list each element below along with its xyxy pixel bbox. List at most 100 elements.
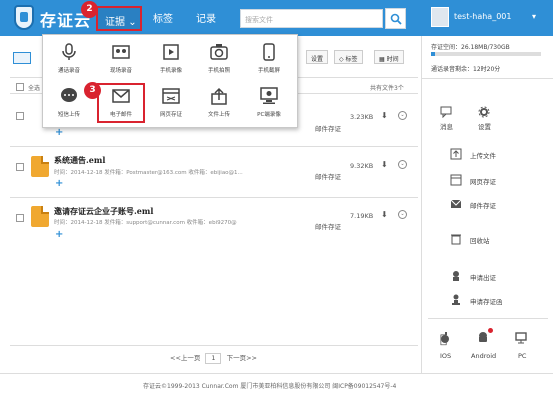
mail-icon bbox=[112, 89, 130, 103]
page-number-input[interactable]: 1 bbox=[205, 353, 222, 364]
certificate-icon[interactable] bbox=[450, 270, 462, 282]
browser-icon[interactable] bbox=[450, 174, 462, 186]
download-icon[interactable]: ⬇ bbox=[381, 161, 388, 169]
menu-item-phone-photo[interactable]: 手机拍照 bbox=[195, 39, 243, 79]
monitor-icon bbox=[260, 87, 278, 104]
file-size: 9.32KB bbox=[350, 162, 374, 170]
file-icon bbox=[31, 156, 49, 177]
file-icon bbox=[31, 206, 49, 227]
username[interactable]: test-haha_001 bbox=[454, 12, 511, 21]
avatar[interactable] bbox=[431, 7, 449, 27]
divider bbox=[10, 197, 418, 198]
camera-icon bbox=[210, 44, 228, 60]
search-input[interactable]: 搜索文件 bbox=[240, 9, 383, 28]
download-icon[interactable]: ⬇ bbox=[381, 211, 388, 219]
calendar-icon: ▦ bbox=[379, 56, 385, 63]
storage-fill bbox=[431, 52, 435, 56]
menu-item-file-upload[interactable]: 文件上传 bbox=[195, 83, 243, 123]
storage-bar bbox=[431, 52, 541, 56]
file-name[interactable]: 系统通告.eml bbox=[54, 155, 105, 166]
file-size: 3.23KB bbox=[350, 113, 374, 121]
right-panel: 消息 设置 上传文件 网页存证 邮件存证 回收站 申请出证 申请存证函  IO… bbox=[422, 90, 553, 375]
download-icon[interactable]: ⬇ bbox=[381, 112, 388, 120]
web-evidence-link[interactable]: 网页存证 bbox=[470, 176, 496, 186]
android-icon[interactable] bbox=[477, 332, 489, 344]
browser-icon bbox=[162, 88, 180, 104]
add-tag-icon[interactable]: + bbox=[55, 229, 63, 240]
apple-logo-icon[interactable] bbox=[439, 332, 451, 344]
mail-icon[interactable] bbox=[450, 198, 462, 210]
apply-notary-link[interactable]: 申请存证函 bbox=[470, 296, 503, 306]
mail-icon bbox=[13, 52, 31, 64]
add-tag-icon[interactable]: + bbox=[55, 178, 63, 189]
menu-item-label: 电子邮件 bbox=[109, 112, 132, 118]
menu-item-label: 手机拍照 bbox=[207, 68, 230, 74]
divider bbox=[422, 78, 553, 79]
file-status: 邮件存证 bbox=[315, 173, 341, 181]
android-label[interactable]: Android bbox=[471, 352, 496, 360]
menu-item-web-evidence[interactable]: 网页存证 bbox=[147, 83, 195, 123]
menu-item-label: 手机截屏 bbox=[257, 68, 280, 74]
step-badge-3: 3 bbox=[84, 82, 101, 99]
next-page-link[interactable]: 下一页>> bbox=[227, 354, 257, 362]
menu-item-email[interactable]: 电子邮件 bbox=[97, 83, 145, 123]
phone-icon bbox=[263, 43, 275, 61]
menu-item-live-recording[interactable]: 现场录音 bbox=[97, 39, 145, 79]
chevron-down-icon: ⌄ bbox=[128, 17, 137, 28]
menu-item-label: PC端录像 bbox=[257, 112, 281, 118]
validity-label: 通话录音剩余：12时20分 bbox=[431, 66, 501, 73]
total-count: 共有文件3个 bbox=[370, 85, 404, 92]
more-icon[interactable]: ⌄ bbox=[398, 160, 407, 169]
storage-usage-label: 存证空间：26.18MB/730GB bbox=[431, 44, 510, 51]
file-status: 邮件存证 bbox=[315, 125, 341, 133]
brand-logo-icon[interactable] bbox=[14, 5, 34, 30]
trash-icon[interactable] bbox=[450, 233, 462, 245]
more-icon[interactable]: ⌄ bbox=[398, 111, 407, 120]
menu-item-phone-video[interactable]: 手机录像 bbox=[147, 39, 195, 79]
tags-button[interactable]: ◇ 标签 bbox=[334, 50, 363, 64]
add-tag-icon[interactable]: + bbox=[55, 127, 63, 138]
pc-label[interactable]: PC bbox=[518, 352, 526, 360]
nav-evidence-menu[interactable]: 证据 ⌄ bbox=[96, 6, 142, 31]
file-name[interactable]: 邀请存证云企业子账号.eml bbox=[54, 206, 153, 217]
settings-label[interactable]: 设置 bbox=[478, 121, 491, 131]
menu-item-pc-recording[interactable]: PC端录像 bbox=[245, 83, 293, 123]
nav-evidence-label: 证据 bbox=[105, 17, 125, 28]
prev-page-link[interactable]: <<上一页 bbox=[170, 354, 200, 362]
upload-file-link[interactable]: 上传文件 bbox=[470, 150, 496, 160]
notary-icon[interactable] bbox=[450, 294, 462, 306]
time-button[interactable]: ▦ 时间 bbox=[374, 50, 404, 64]
row-checkbox[interactable] bbox=[16, 112, 24, 120]
menu-item-call-recording[interactable]: 通话录音 bbox=[45, 39, 93, 79]
divider bbox=[10, 146, 418, 147]
nav-records[interactable]: 记录 bbox=[196, 10, 216, 25]
recycle-bin-link[interactable]: 回收站 bbox=[470, 235, 490, 245]
settings-button[interactable]: 设置 bbox=[306, 50, 329, 64]
file-meta: 时间：2014-12-18 发件箱：Postmaster@163.com 收件箱… bbox=[54, 170, 243, 176]
select-all-label: 全选 bbox=[28, 85, 41, 92]
gear-icon[interactable] bbox=[478, 106, 490, 118]
upload-icon[interactable] bbox=[450, 148, 462, 160]
caret-down-icon[interactable]: ▾ bbox=[532, 12, 536, 21]
menu-item-label: 手机录像 bbox=[159, 68, 182, 74]
message-icon[interactable] bbox=[440, 106, 452, 118]
select-all-checkbox[interactable] bbox=[16, 83, 24, 91]
monitor-icon[interactable] bbox=[515, 332, 527, 344]
microphone-icon bbox=[62, 43, 76, 60]
row-checkbox[interactable] bbox=[16, 163, 24, 171]
menu-item-label: 文件上传 bbox=[207, 112, 230, 118]
search-button[interactable] bbox=[385, 8, 406, 29]
cassette-icon bbox=[112, 45, 130, 59]
time-button-label: 时间 bbox=[386, 56, 399, 63]
divider bbox=[428, 318, 548, 319]
row-checkbox[interactable] bbox=[16, 214, 24, 222]
messages-label[interactable]: 消息 bbox=[440, 121, 453, 131]
apply-cert-link[interactable]: 申请出证 bbox=[470, 272, 496, 282]
file-status: 邮件存证 bbox=[315, 223, 341, 231]
menu-item-screenshot[interactable]: 手机截屏 bbox=[245, 39, 293, 79]
chat-icon bbox=[61, 88, 77, 102]
nav-tags[interactable]: 标签 bbox=[153, 10, 173, 25]
ios-label[interactable]: IOS bbox=[440, 352, 451, 360]
mail-evidence-link[interactable]: 邮件存证 bbox=[470, 200, 496, 210]
more-icon[interactable]: ⌄ bbox=[398, 210, 407, 219]
